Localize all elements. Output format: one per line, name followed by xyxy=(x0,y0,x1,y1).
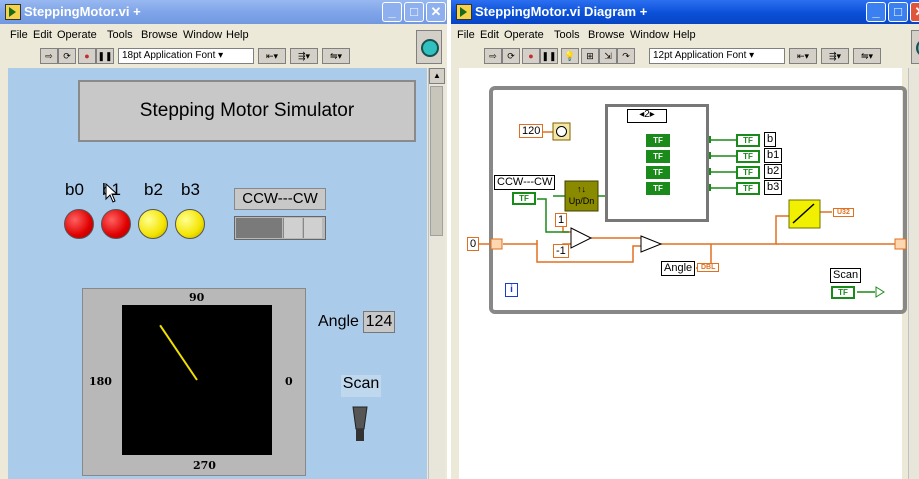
gauge-terminal[interactable]: U32 xyxy=(833,208,854,217)
case-bool-constant-1[interactable]: TF xyxy=(646,150,670,163)
b-indicator-terminal[interactable]: TF xyxy=(736,134,760,147)
up-down-node[interactable]: ↑↓ Up/Dn xyxy=(567,183,596,207)
case-structure[interactable]: ◂2▸ xyxy=(605,104,709,222)
case-selector[interactable]: ◂2▸ xyxy=(627,109,667,123)
ccw-cw-terminal[interactable]: TF xyxy=(512,192,536,205)
const-one[interactable]: 1 xyxy=(555,213,568,227)
case-bool-constant-0[interactable]: TF xyxy=(646,134,670,147)
b3-indicator-terminal[interactable]: TF xyxy=(736,182,760,195)
case-bool-constant-2[interactable]: TF xyxy=(646,166,670,179)
diagram-vertical-scrollbar[interactable] xyxy=(908,68,919,479)
b1-label: b1 xyxy=(764,148,783,163)
scan-terminal[interactable]: TF xyxy=(831,286,855,299)
b-label: b xyxy=(764,132,777,147)
shift-register-init[interactable]: 0 xyxy=(467,237,480,251)
b2-indicator-terminal[interactable]: TF xyxy=(736,166,760,179)
b1-indicator-terminal[interactable]: TF xyxy=(736,150,760,163)
b2-label: b2 xyxy=(764,164,783,179)
const-neg-one[interactable]: -1 xyxy=(553,244,569,258)
b3-label: b3 xyxy=(764,180,783,195)
case-bool-constant-3[interactable]: TF xyxy=(646,182,670,195)
diagram-wires xyxy=(479,122,907,298)
scan-terminal-label: Scan xyxy=(830,268,862,283)
iteration-terminal: i xyxy=(505,283,518,297)
angle-terminal[interactable]: DBL xyxy=(697,263,720,272)
wait-ms-icon[interactable] xyxy=(551,121,573,143)
wait-time-constant[interactable]: 120 xyxy=(519,124,544,138)
ccw-cw-terminal-label: CCW---CW xyxy=(494,175,556,190)
angle-terminal-label: Angle xyxy=(661,261,696,276)
